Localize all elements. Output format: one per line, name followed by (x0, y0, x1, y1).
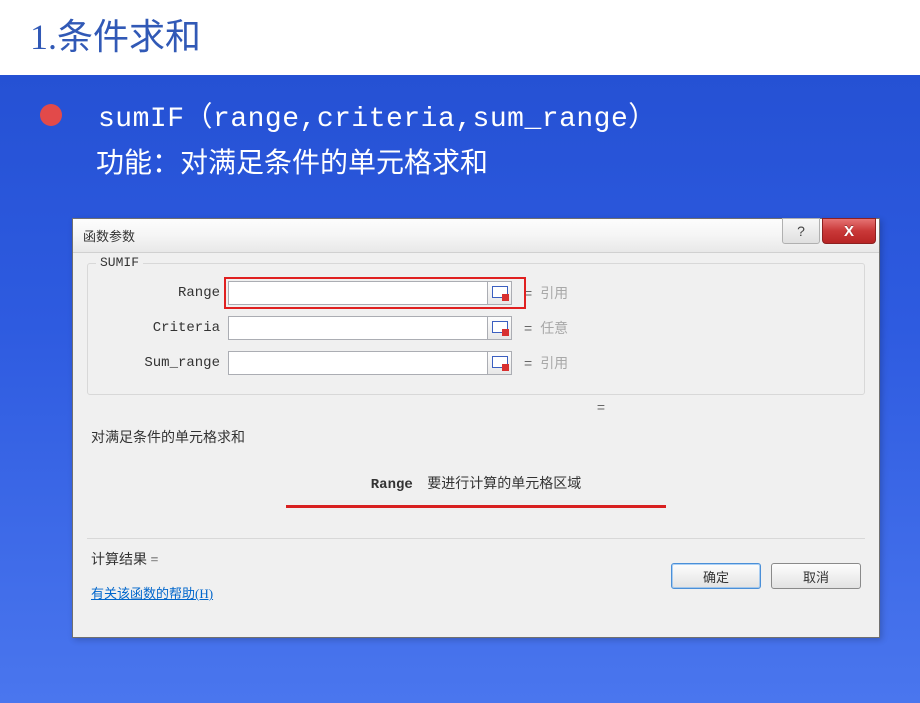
slide-title: 1.条件求和 (30, 8, 890, 60)
function-arguments-dialog: 函数参数 ? X SUMIF Range (72, 218, 880, 638)
param-name: Range (371, 477, 413, 493)
param-description: Range 要进行计算的单元格区域 (87, 473, 865, 493)
dialog-title: 函数参数 (83, 226, 135, 245)
function-description-text: 对满足条件的单元格求和 (87, 427, 865, 447)
dialog-titlebar: 函数参数 ? X (73, 219, 879, 253)
sumrange-input-wrap (228, 351, 512, 375)
ref-edit-icon (492, 286, 508, 300)
form-row-criteria: Criteria = 任意 (98, 315, 854, 341)
sumrange-hint: 引用 (540, 353, 568, 373)
help-button[interactable]: ? (782, 218, 820, 244)
slide: 1.条件求和 sumIF（range,criteria,sum_range） 功… (0, 0, 920, 690)
sumrange-label: Sum_range (98, 355, 228, 371)
button-group: 确定 取消 (671, 563, 861, 589)
help-link[interactable]: 有关该函数的帮助(H) (91, 583, 213, 602)
range-label: Range (98, 285, 228, 301)
ref-edit-icon (492, 321, 508, 335)
dialog-body: SUMIF Range = 引用 Criteria (73, 253, 879, 611)
cancel-button[interactable]: 取消 (771, 563, 861, 589)
close-button[interactable]: X (822, 218, 876, 244)
formula-text: sumIF（range,criteria,sum_range） (98, 95, 657, 135)
function-description: 功能：对满足条件的单元格求和 (96, 141, 880, 181)
range-ref-button[interactable] (488, 281, 512, 305)
bullet-line: sumIF（range,criteria,sum_range） (40, 95, 880, 135)
function-name-legend: SUMIF (96, 255, 143, 270)
bottom-row: 计算结果 = 有关该函数的帮助(H) 确定 取消 (87, 549, 865, 603)
param-text: 要进行计算的单元格区域 (427, 477, 581, 493)
sumrange-ref-button[interactable] (488, 351, 512, 375)
bullet-icon (40, 104, 62, 126)
range-hint: 引用 (540, 283, 568, 303)
criteria-hint: 任意 (540, 318, 568, 338)
divider (87, 538, 865, 539)
range-input-wrap (228, 281, 512, 305)
criteria-label: Criteria (98, 320, 228, 336)
range-input[interactable] (228, 281, 488, 305)
ok-button[interactable]: 确定 (671, 563, 761, 589)
title-area: 1.条件求和 (0, 0, 920, 75)
criteria-ref-button[interactable] (488, 316, 512, 340)
red-underline (286, 505, 666, 508)
equals-sign: = (524, 320, 532, 336)
function-fieldset: SUMIF Range = 引用 Criteria (87, 263, 865, 395)
result-equals-line: = (87, 399, 865, 415)
form-row-sumrange: Sum_range = 引用 (98, 350, 854, 376)
criteria-input[interactable] (228, 316, 488, 340)
equals-sign: = (524, 285, 532, 301)
titlebar-buttons: ? X (782, 219, 879, 252)
form-row-range: Range = 引用 (98, 280, 854, 306)
bottom-left: 计算结果 = 有关该函数的帮助(H) (91, 549, 213, 603)
help-icon: ? (797, 223, 805, 239)
close-icon: X (844, 223, 854, 240)
ref-edit-icon (492, 356, 508, 370)
equals-sign: = (524, 355, 532, 371)
sumrange-input[interactable] (228, 351, 488, 375)
result-label: 计算结果 = (91, 549, 213, 569)
criteria-input-wrap (228, 316, 512, 340)
